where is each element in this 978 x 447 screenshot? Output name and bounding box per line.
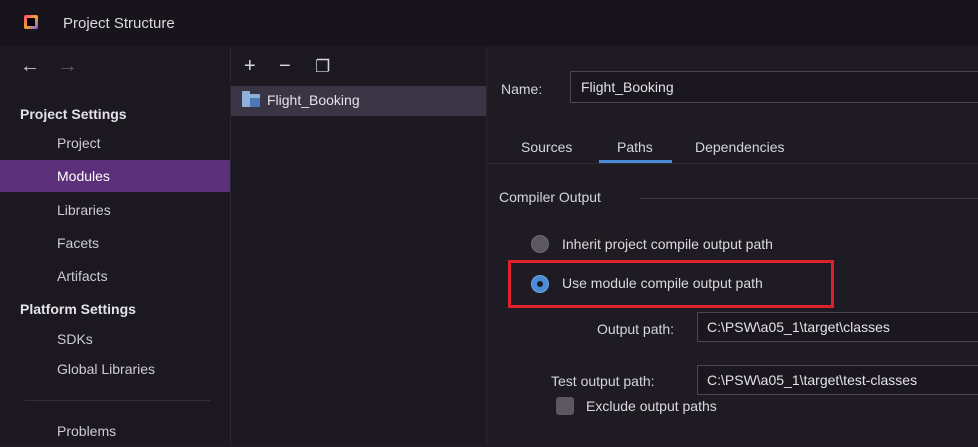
compiler-output-separator: [640, 198, 978, 199]
add-module-icon[interactable]: +: [244, 55, 256, 78]
sidebar-item-libraries[interactable]: Libraries: [0, 194, 230, 226]
tabs-divider: [487, 163, 978, 164]
module-settings-panel: Name: Flight_Booking Sources Paths Depen…: [487, 47, 978, 446]
name-label: Name:: [501, 81, 543, 97]
nav-arrows: ← →: [20, 55, 78, 78]
modules-panel: + − ❐ Flight_Booking: [231, 47, 487, 446]
tab-paths[interactable]: Paths: [617, 139, 653, 155]
exclude-output-checkbox[interactable]: [556, 397, 574, 415]
copy-module-icon[interactable]: ❐: [315, 57, 330, 77]
sidebar-item-sdks[interactable]: SDKs: [0, 323, 230, 355]
exclude-output-label[interactable]: Exclude output paths: [586, 398, 717, 414]
forward-arrow-icon[interactable]: →: [58, 55, 78, 77]
sidebar-item-problems[interactable]: Problems: [0, 415, 230, 447]
test-output-path-input[interactable]: C:\PSW\a05_1\target\test-classes: [697, 365, 978, 395]
sidebar-item-modules[interactable]: Modules: [0, 160, 230, 192]
module-list-item[interactable]: Flight_Booking: [231, 86, 486, 116]
sidebar-item-project[interactable]: Project: [0, 127, 230, 159]
inherit-output-label[interactable]: Inherit project compile output path: [562, 236, 773, 252]
sidebar-divider: [25, 400, 210, 401]
output-path-input[interactable]: C:\PSW\a05_1\target\classes: [697, 312, 978, 342]
module-name-input[interactable]: Flight_Booking: [570, 71, 978, 103]
project-settings-header: Project Settings: [20, 106, 127, 122]
back-arrow-icon[interactable]: ←: [20, 55, 40, 77]
module-name-label: Flight_Booking: [267, 92, 360, 108]
module-output-label[interactable]: Use module compile output path: [562, 275, 763, 291]
intellij-app-icon: [24, 15, 38, 29]
tab-dependencies[interactable]: Dependencies: [695, 139, 785, 155]
test-output-path-label: Test output path:: [551, 373, 655, 389]
sidebar-item-facets[interactable]: Facets: [0, 227, 230, 259]
module-output-radio[interactable]: [531, 275, 549, 293]
sidebar-item-global-libraries[interactable]: Global Libraries: [0, 353, 230, 385]
tab-sources[interactable]: Sources: [521, 139, 572, 155]
platform-settings-header: Platform Settings: [20, 301, 136, 317]
inherit-output-radio[interactable]: [531, 235, 549, 253]
output-path-label: Output path:: [597, 321, 675, 337]
settings-sidebar: ← → Project Settings Project Modules Lib…: [0, 47, 231, 446]
sidebar-item-artifacts[interactable]: Artifacts: [0, 260, 230, 292]
title-bar: Project Structure: [0, 0, 978, 46]
window-title: Project Structure: [63, 15, 175, 32]
remove-module-icon[interactable]: −: [279, 55, 291, 78]
compiler-output-label: Compiler Output: [499, 189, 601, 205]
module-folder-icon: [242, 91, 260, 107]
